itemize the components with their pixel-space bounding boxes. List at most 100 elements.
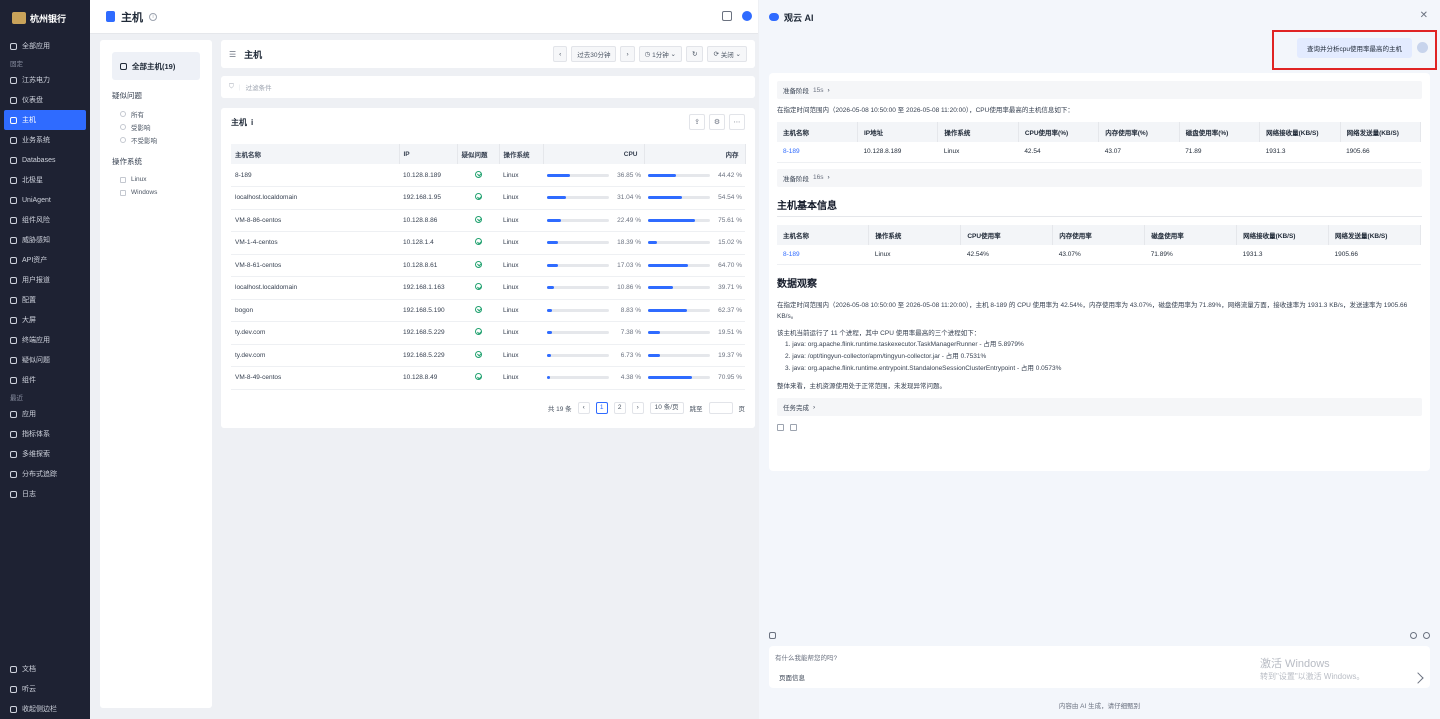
attach-icon[interactable] xyxy=(769,632,776,639)
page-size-select[interactable]: 10 条/页 xyxy=(649,401,684,414)
sidebar-recent-item[interactable]: 日志 xyxy=(0,484,90,504)
sidebar-recent-item[interactable]: 指标体系 xyxy=(0,424,90,444)
check-circle-icon xyxy=(475,215,482,223)
host-name-link[interactable]: localhost.localdomain xyxy=(231,276,399,300)
cpu-percent: 36.85 % xyxy=(617,171,641,179)
sidebar-item[interactable]: 业务系统 xyxy=(0,130,90,150)
cpu-usage: 31.04 % xyxy=(547,194,644,201)
column-header[interactable]: 内存 xyxy=(644,144,746,164)
table-row: VM-8-61-centos 10.128.8.61 Linux 17.03 % 64.… xyxy=(231,254,745,277)
cpu-usage: 17.03 % xyxy=(547,262,644,269)
next-range-button[interactable]: › xyxy=(620,46,635,62)
column-header[interactable]: 疑似问题 xyxy=(457,144,500,164)
time-range-picker[interactable]: 过去30分钟 xyxy=(571,46,617,62)
sidebar-item[interactable]: UniAgent xyxy=(0,190,90,210)
prev-range-button[interactable]: ‹ xyxy=(553,46,568,62)
sidebar-item[interactable]: API资产 xyxy=(0,250,90,270)
menu-icon[interactable]: ☰ xyxy=(229,50,236,59)
sidebar-bottom-item[interactable]: 文档 xyxy=(0,659,90,679)
column-header[interactable]: 操作系统 xyxy=(499,144,544,164)
sidebar-item[interactable]: 组件 xyxy=(0,370,90,390)
host-name-link[interactable]: localhost.localdomain xyxy=(231,186,399,210)
mem-usage: 64.70 % xyxy=(648,262,745,269)
column-header[interactable]: CPU xyxy=(543,144,645,164)
new-chat-icon[interactable] xyxy=(1423,632,1430,639)
radio-icon xyxy=(120,123,126,130)
sidebar-recent-item[interactable]: 多维探索 xyxy=(0,444,90,464)
sidebar-bottom-item[interactable]: 收起侧边栏 xyxy=(0,699,90,719)
sidebar-item[interactable]: 威胁感知 xyxy=(0,230,90,250)
host-name-link[interactable]: bogon xyxy=(231,299,399,322)
sidebar-item[interactable]: 终端应用 xyxy=(0,330,90,350)
interval-select[interactable]: ◷ 1分钟 ⌄ xyxy=(638,46,683,62)
auto-refresh-select[interactable]: ⟳ 关闭 ⌄ xyxy=(707,46,747,62)
send-icon[interactable] xyxy=(1412,672,1424,684)
sidebar-all-apps[interactable]: 全部应用 xyxy=(0,36,90,56)
next-page-button[interactable]: › xyxy=(631,401,644,414)
step-prepare-2[interactable]: 准备阶段 16s › xyxy=(777,168,1422,187)
brand-logo[interactable]: 杭州银行 xyxy=(0,0,90,36)
problem-status xyxy=(457,231,499,255)
cpu-bar xyxy=(547,196,609,200)
prev-page-button[interactable]: ‹ xyxy=(577,401,590,414)
step-complete[interactable]: 任务完成 › xyxy=(777,398,1422,416)
sidebar-item[interactable]: 主机 xyxy=(4,110,86,130)
goto-page-input[interactable] xyxy=(708,401,733,414)
column-header[interactable]: IP xyxy=(399,144,458,164)
mobile-icon[interactable] xyxy=(722,11,732,21)
table-title: 主机 xyxy=(231,117,247,127)
sidebar-item[interactable]: 疑似问题 xyxy=(0,350,90,370)
page-info-chip[interactable]: 页面信息 xyxy=(779,672,805,682)
host-name-link[interactable]: ty.dev.com xyxy=(231,344,399,367)
host-name-link[interactable]: ty.dev.com xyxy=(231,321,399,345)
sidebar-item[interactable]: 北极星 xyxy=(0,170,90,190)
all-hosts-button[interactable]: 全部主机(19) xyxy=(112,52,200,80)
host-name-link[interactable]: VM-1-4-centos xyxy=(231,231,399,255)
problem-filter-option[interactable]: 所有 xyxy=(112,107,200,120)
host-name-link[interactable]: VM-8-61-centos xyxy=(231,254,399,277)
ai-assistant-icon[interactable] xyxy=(742,11,752,21)
filter-search-bar[interactable]: ⛉ | 过滤条件 xyxy=(221,76,755,98)
sidebar-item[interactable]: 仪表盘 xyxy=(0,90,90,110)
column-header[interactable]: 主机名称 xyxy=(231,144,400,164)
os-filter-option[interactable]: Linux xyxy=(112,173,200,186)
share-icon[interactable] xyxy=(790,424,797,431)
sidebar-item[interactable]: 用户报道 xyxy=(0,270,90,290)
problem-filter-option[interactable]: 不受影响 xyxy=(112,133,200,146)
history-icon[interactable] xyxy=(1410,632,1417,639)
step-prepare-1[interactable]: 准备阶段 15s › xyxy=(777,81,1422,99)
host-name-link[interactable]: VM-8-49-centos xyxy=(231,366,399,390)
sidebar-recent-item[interactable]: 分布式追踪 xyxy=(0,464,90,484)
close-icon[interactable]: ✕ xyxy=(1420,10,1428,21)
info-icon[interactable]: i xyxy=(149,12,157,21)
page-2-button[interactable]: 2 xyxy=(613,401,626,414)
sidebar-item[interactable]: 江苏电力 xyxy=(0,70,90,90)
sidebar-bottom-item[interactable]: 听云 xyxy=(0,679,90,699)
table-cell: 42.54% xyxy=(960,244,1053,265)
host-os: Linux xyxy=(499,321,543,345)
cpu-top-table: 主机名称 IP地址 操作系统 CPU使用率(%) 内存使用率(%) 磁盘使用率(%) 网络接… xyxy=(777,122,1422,163)
host-name-link[interactable]: 8-189 xyxy=(777,142,858,163)
sidebar-item[interactable]: 大屏 xyxy=(0,310,90,330)
sidebar-item[interactable]: 配置 xyxy=(0,290,90,310)
host-name-link[interactable]: 8-189 xyxy=(777,244,869,265)
problem-filter-option[interactable]: 受影响 xyxy=(112,120,200,133)
os-filter-option[interactable]: Windows xyxy=(112,186,200,199)
menu-item-icon xyxy=(10,156,17,164)
host-name-link[interactable]: VM-8-86-centos xyxy=(231,209,399,232)
more-icon[interactable]: ⋯ xyxy=(729,114,745,130)
settings-icon[interactable]: ⚙ xyxy=(709,114,725,130)
sidebar-item-label: 组件风险 xyxy=(22,217,50,224)
sidebar-recent-item[interactable]: 应用 xyxy=(0,404,90,424)
export-icon[interactable]: ⇪ xyxy=(689,114,705,130)
info-icon[interactable]: i xyxy=(251,118,253,127)
sidebar-item[interactable]: Databases xyxy=(0,150,90,170)
page-1-button[interactable]: 1 xyxy=(595,401,608,414)
section-title-observation: 数据观察 xyxy=(777,279,817,290)
copy-icon[interactable] xyxy=(777,424,784,431)
host-name-link[interactable]: 8-189 xyxy=(231,164,399,187)
host-ip: 10.128.8.61 xyxy=(399,254,457,277)
refresh-button[interactable]: ↻ xyxy=(686,46,704,62)
host-os: Linux xyxy=(499,276,543,300)
sidebar-item[interactable]: 组件风险 xyxy=(0,210,90,230)
